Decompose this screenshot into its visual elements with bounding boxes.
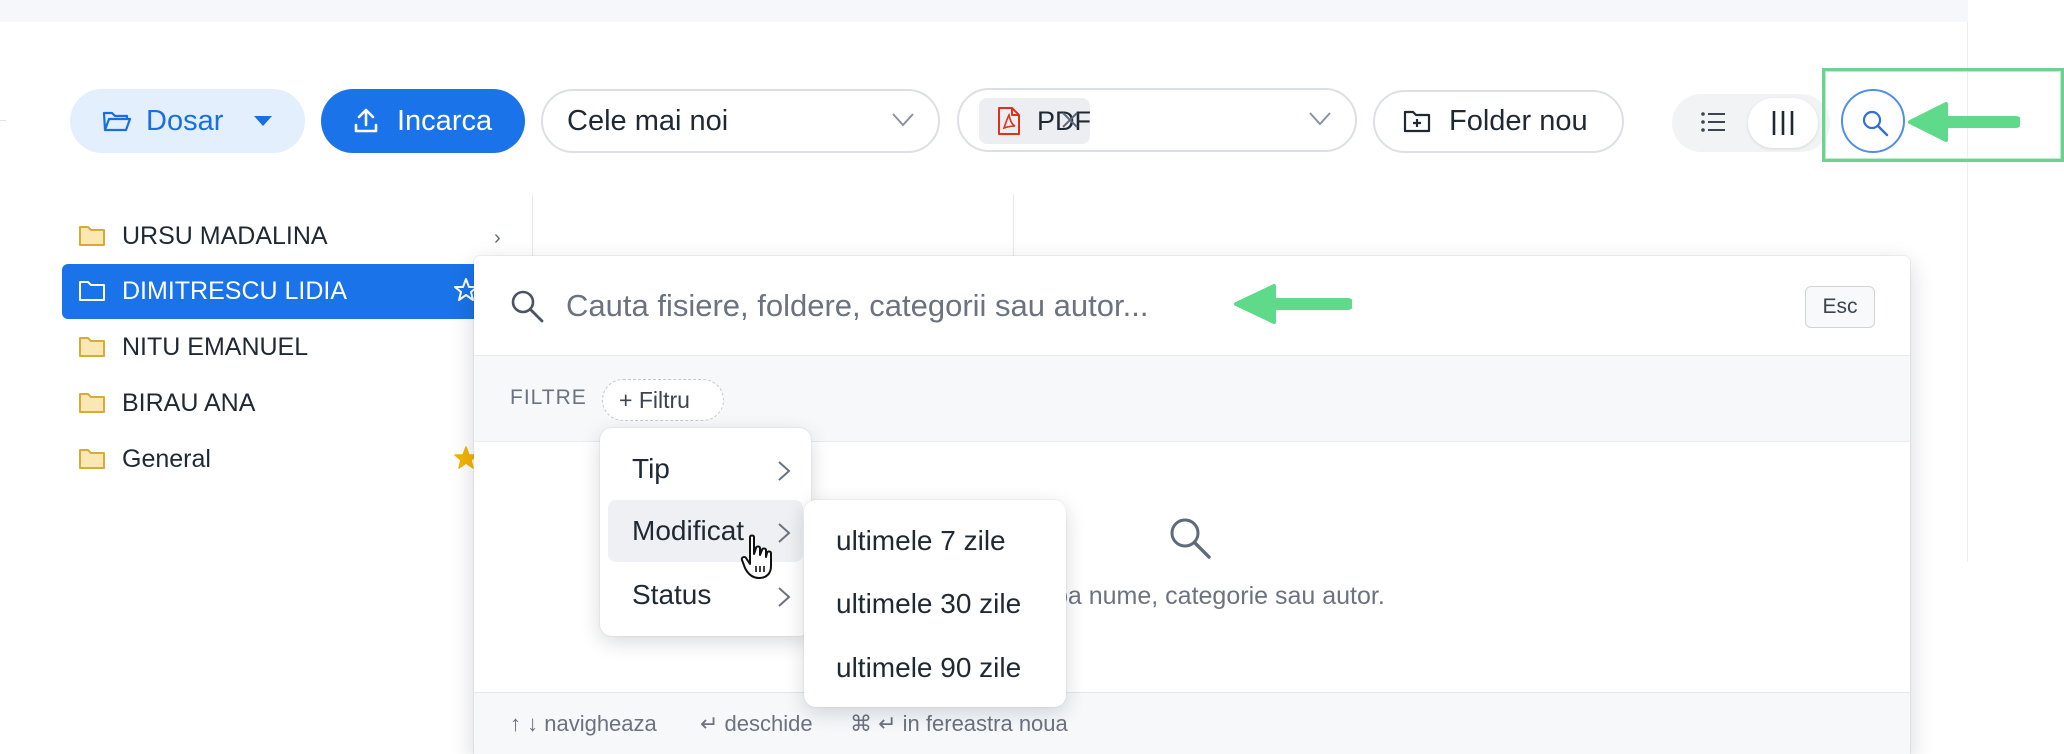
columns-view-button[interactable] [1748,98,1818,148]
search-icon [1170,518,1211,559]
sort-select[interactable]: Cele mai noi [541,89,940,153]
view-mode-toggle [1672,94,1830,152]
search-icon [511,290,544,323]
sidebar-item-nitu-emanuel[interactable]: NITU EMANUEL [62,320,475,375]
chevron-down-icon [1309,112,1331,126]
sidebar-item-ursu-madalina[interactable]: URSU MADALINA [62,209,475,264]
sidebar-item-general[interactable]: General [62,432,478,487]
hint-new-window: ⌘ ↵ in fereastra noua [850,711,1068,736]
chip-remove-icon[interactable] [1060,110,1080,130]
arrow-annotation-icon [1908,102,2020,142]
keyboard-hints: ↑ ↓ navigheaza ↵ deschide ⌘ ↵ in fereast… [474,692,1910,754]
column-divider [1013,194,1014,256]
submenu-item-30-days[interactable]: ultimele 30 zile [812,573,1058,635]
folder-open-icon [102,111,132,132]
search-button[interactable] [1841,89,1905,153]
submenu-item-7-days[interactable]: ultimele 7 zile [812,510,1058,572]
sidebar-item-label: NITU EMANUEL [122,333,309,361]
submenu-item-90-days[interactable]: ultimele 90 zile [812,637,1058,699]
search-icon [1862,110,1889,137]
menu-item-label: Status [632,579,712,610]
hand-cursor-icon [740,534,772,579]
new-folder-label: Folder nou [1449,105,1588,137]
pdf-filter-chip: PDF [979,98,1091,144]
folder-icon [79,281,105,301]
hint-open: ↵ deschide [700,711,813,736]
empty-state-text: pa nume, categorie sau autor. [1054,582,1385,610]
chevron-right-icon [778,523,791,543]
modified-submenu: ultimele 7 zile ultimele 30 zile ultimel… [804,500,1066,707]
column-divider [532,194,533,256]
add-filter-button[interactable]: + Filtru [602,379,724,421]
folder-icon [79,337,105,357]
upload-icon [354,108,378,133]
upload-label: Incarca [397,104,493,137]
sidebar-item-label: URSU MADALINA [122,222,328,250]
menu-item-label: Modificat [632,515,745,546]
sidebar-item-label: BIRAU ANA [122,389,256,417]
search-row: Esc [474,256,1910,356]
chevron-down-icon [892,113,914,127]
new-folder-button[interactable]: Folder nou [1373,90,1624,153]
chevron-right-icon [778,461,791,481]
top-strip [0,0,1968,22]
filters-label: FILTRE [510,386,587,409]
dosar-label: Dosar [146,104,224,137]
caret-down-icon [254,116,273,126]
dosar-dropdown-button[interactable]: Dosar [70,89,305,153]
sort-value: Cele mai noi [567,104,729,137]
upload-button[interactable]: Incarca [321,89,525,153]
columns-icon [1772,111,1794,135]
sidebar-item-dimitrescu-lidia[interactable]: DIMITRESCU LIDIA [62,264,478,319]
hint-navigate: ↑ ↓ navigheaza [510,711,657,736]
search-input[interactable] [566,280,1306,332]
divider [0,120,6,121]
expand-chevron[interactable]: › [494,227,501,250]
esc-key-badge[interactable]: Esc [1805,286,1875,328]
filter-menu: Tip Modificat Status [600,428,811,636]
folder-icon [79,449,105,469]
list-icon[interactable] [1700,110,1726,134]
sidebar-item-label: DIMITRESCU LIDIA [122,277,348,305]
type-filter-select[interactable]: PDF [957,88,1357,152]
menu-item-label: Tip [632,453,670,484]
menu-item-tip[interactable]: Tip [608,438,803,500]
sidebar-item-birau-ana[interactable]: BIRAU ANA [62,376,475,431]
folder-icon [79,226,105,246]
pdf-file-icon [998,107,1020,135]
folder-plus-icon [1403,110,1431,133]
arrow-annotation-icon [1234,284,1352,324]
sidebar-item-label: General [122,445,211,473]
folder-icon [79,393,105,413]
chevron-right-icon [778,587,791,607]
